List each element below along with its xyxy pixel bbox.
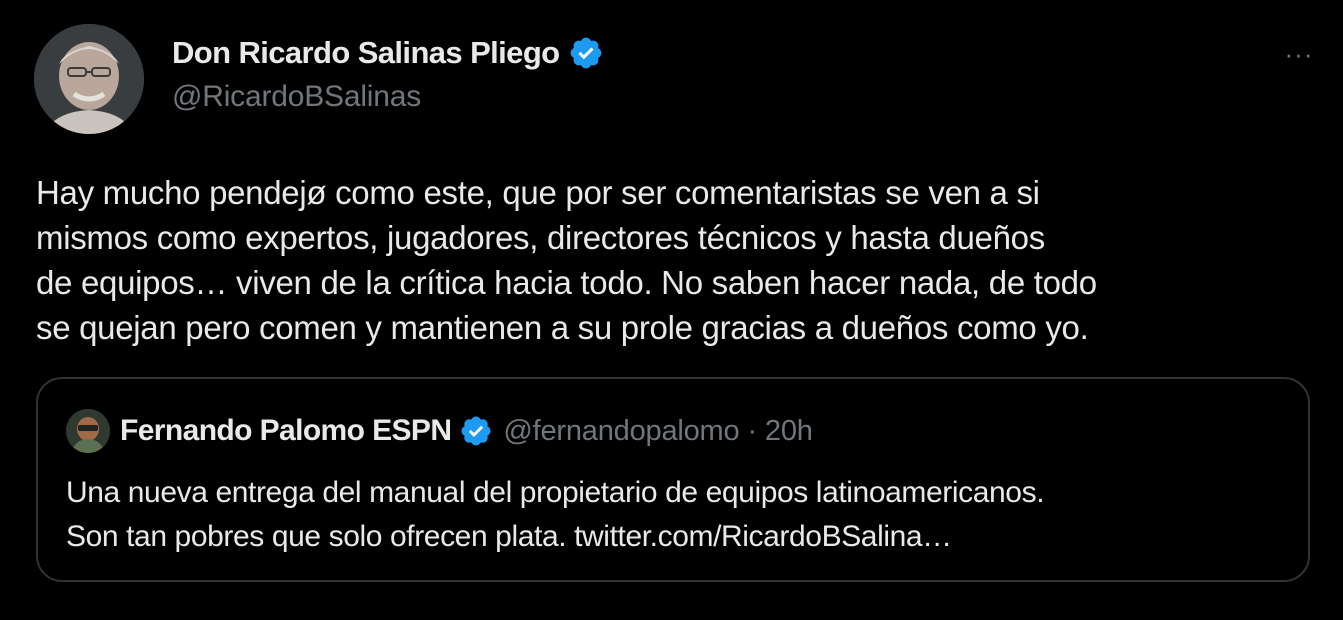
quoted-author-name: Fernando Palomo ESPN [120, 414, 452, 447]
tweet-text-line: mismos como expertos, jugadores, directo… [36, 219, 1045, 256]
separator-dot: · [747, 414, 757, 447]
quoted-tweet-timestamp[interactable]: 20h [765, 415, 813, 448]
quoted-tweet-text: Una nueva entrega del manual del propiet… [66, 471, 1286, 559]
tweet-text-line: de equipos… viven de la crítica hacia to… [36, 264, 1097, 301]
quoted-text-line: Son tan pobres que solo ofrecen plata. t… [66, 515, 1286, 559]
avatar-photo-icon [34, 24, 144, 134]
quoted-author-avatar[interactable] [66, 409, 110, 453]
verified-badge-icon[interactable] [568, 35, 604, 71]
tweet-text-line: se quejan pero comen y mantienen a su pr… [36, 309, 1089, 346]
author-handle[interactable]: @RicardoBSalinas [172, 80, 421, 114]
quoted-tweet-link[interactable]: twitter.com/RicardoBSalina… [574, 520, 952, 553]
author-name[interactable]: Don Ricardo Salinas Pliego [172, 35, 560, 71]
quoted-tweet-card[interactable]: Fernando Palomo ESPN @fernandopalomo · 2… [36, 377, 1310, 582]
author-name-row: Don Ricardo Salinas Pliego [172, 32, 604, 74]
verified-badge-icon [461, 416, 491, 446]
author-avatar[interactable] [34, 24, 144, 134]
quoted-text-line: Una nueva entrega del manual del propiet… [66, 476, 1045, 509]
tweet-card: Don Ricardo Salinas Pliego @RicardoBSali… [0, 0, 1343, 620]
quoted-tweet-header: Fernando Palomo ESPN @fernandopalomo · 2… [66, 409, 813, 453]
more-options-button[interactable]: ··· [1277, 36, 1321, 72]
avatar-photo-icon [66, 409, 110, 453]
tweet-text: Hay mucho pendejø como este, que por ser… [36, 170, 1326, 350]
tweet-text-line: Hay mucho pendejø como este, que por ser… [36, 174, 1040, 211]
more-options-icon: ··· [1284, 38, 1314, 69]
quoted-text-segment: Son tan pobres que solo ofrecen plata. [66, 520, 575, 553]
quoted-author-handle: @fernandopalomo [503, 414, 740, 447]
